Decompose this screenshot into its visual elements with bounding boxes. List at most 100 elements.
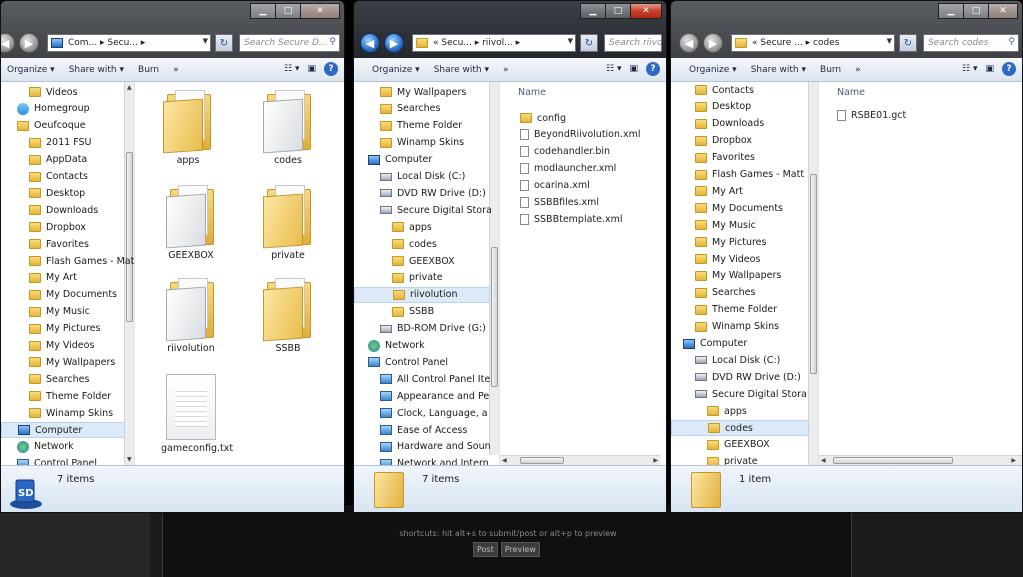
sidebar-item-my-art[interactable]: My Art [29, 270, 77, 286]
nav-scrollbar[interactable]: ▲ ▼ [124, 82, 134, 465]
preview-pane-icon[interactable]: ▣ [307, 64, 316, 74]
sidebar-item-codes[interactable]: codes [671, 420, 809, 436]
folder-item-ssbb[interactable]: SSBB [258, 276, 318, 354]
preview-pane-icon[interactable]: ▣ [985, 64, 994, 74]
nav-scrollbar[interactable] [489, 82, 499, 455]
nav-scrollbar[interactable] [808, 82, 818, 465]
sidebar-item-computer[interactable]: Computer [1, 422, 125, 438]
sidebar-item-network-and-intern[interactable]: Network and Intern [380, 456, 489, 465]
file-item-modlauncher-xml[interactable]: modlauncher.xml [520, 161, 616, 177]
refresh-icon[interactable]: ↻ [580, 34, 598, 52]
maximize-button[interactable]: □ [963, 3, 989, 19]
sidebar-item-favorites[interactable]: Favorites [29, 236, 89, 252]
organize-menu[interactable]: Organize ▾ [7, 65, 55, 75]
sidebar-item-contacts[interactable]: Contacts [695, 82, 754, 98]
sidebar-item-private[interactable]: private [707, 454, 758, 465]
refresh-icon[interactable]: ↻ [899, 34, 917, 52]
more-commands-button[interactable]: » [503, 65, 509, 75]
minimize-button[interactable]: ▁ [938, 3, 964, 19]
sidebar-item-2011-fsu[interactable]: 2011 FSU [29, 135, 91, 151]
sidebar-item-my-pictures[interactable]: My Pictures [695, 234, 766, 250]
maximize-button[interactable]: □ [605, 3, 631, 19]
close-button[interactable]: ✕ [300, 3, 340, 19]
sidebar-item-searches[interactable]: Searches [29, 371, 89, 387]
sidebar-item-winamp-skins[interactable]: Winamp Skins [29, 405, 113, 421]
sidebar-item-bd-rom-drive-g[interactable]: BD-ROM Drive (G:) [380, 321, 486, 337]
post-button[interactable]: Post [473, 542, 498, 557]
file-item-rsbe01-gct[interactable]: RSBE01.gct [837, 107, 906, 123]
file-item-ssbbfiles-xml[interactable]: SSBBfiles.xml [520, 195, 599, 211]
sidebar-item-contacts[interactable]: Contacts [29, 169, 88, 185]
sidebar-item-riivolution[interactable]: riivolution [354, 286, 490, 303]
sidebar-item-ease-of-access[interactable]: Ease of Access [380, 422, 467, 438]
address-bar[interactable]: « Secu... ▸ riivol... ▸ ▼ [412, 34, 576, 52]
sidebar-item-local-disk-c[interactable]: Local Disk (C:) [380, 169, 465, 185]
scroll-left-icon[interactable]: ◀ [821, 457, 826, 464]
burn-button[interactable]: Burn [138, 65, 159, 75]
sidebar-item-favorites[interactable]: Favorites [695, 150, 755, 166]
view-options-icon[interactable]: ☷ ▾ [606, 64, 621, 74]
forward-icon[interactable]: ▶ [384, 33, 404, 53]
sidebar-item-videos[interactable]: Videos [29, 84, 78, 100]
forward-icon[interactable]: ▶ [703, 33, 723, 53]
share-with-menu[interactable]: Share with ▾ [751, 65, 806, 75]
help-icon[interactable]: ? [324, 62, 338, 76]
chevron-down-icon[interactable]: ▼ [887, 37, 892, 45]
file-item-ssbbtemplate-xml[interactable]: SSBBtemplate.xml [520, 211, 623, 227]
minimize-button[interactable]: ▁ [580, 3, 606, 19]
column-header-name[interactable]: Name [518, 87, 546, 98]
sidebar-item-my-wallpapers[interactable]: My Wallpapers [29, 354, 115, 370]
help-icon[interactable]: ? [1002, 62, 1016, 76]
sidebar-item-my-music[interactable]: My Music [695, 217, 756, 233]
sidebar-item-my-documents[interactable]: My Documents [29, 287, 117, 303]
back-icon[interactable]: ◀ [679, 33, 699, 53]
sidebar-item-my-videos[interactable]: My Videos [695, 251, 760, 267]
scroll-up-icon[interactable]: ▲ [127, 84, 132, 91]
sidebar-item-dropbox[interactable]: Dropbox [695, 133, 752, 149]
nav-scroll-thumb[interactable] [126, 152, 133, 322]
sidebar-item-hardware-and-soun[interactable]: Hardware and Soun [380, 439, 491, 455]
sidebar-item-appearance-and-pe[interactable]: Appearance and Pe [380, 388, 489, 404]
horizontal-scrollbar[interactable]: ◀ ▶ [500, 455, 660, 465]
sidebar-item-my-videos[interactable]: My Videos [29, 338, 94, 354]
sidebar-item-winamp-skins[interactable]: Winamp Skins [380, 135, 464, 151]
folder-item-private[interactable]: private [258, 183, 318, 261]
minimize-button[interactable]: ▁ [250, 3, 276, 19]
search-input[interactable]: Search Secure D... ⚲ [239, 34, 340, 52]
sidebar-item-control-panel[interactable]: Control Panel [368, 354, 448, 370]
sidebar-item-searches[interactable]: Searches [695, 285, 755, 301]
sidebar-item-downloads[interactable]: Downloads [695, 116, 764, 132]
close-button[interactable]: ✕ [630, 3, 662, 19]
column-header-name[interactable]: Name [837, 87, 865, 98]
folder-item-geexbox[interactable]: GEEXBOX [161, 183, 221, 261]
sidebar-item-computer[interactable]: Computer [683, 336, 747, 352]
address-bar[interactable]: Com... ▸ Secu... ▸ ▼ [47, 34, 211, 52]
maximize-button[interactable]: □ [275, 3, 301, 19]
sidebar-item-appdata[interactable]: AppData [29, 152, 87, 168]
file-item-beyondriivolution-xml[interactable]: BeyondRiivolution.xml [520, 127, 641, 143]
sidebar-item-oeufcoque[interactable]: Oeufcoque [17, 118, 86, 134]
sidebar-item-network[interactable]: Network [17, 439, 74, 455]
sidebar-item-flash-games-matt[interactable]: Flash Games - Matt [695, 167, 804, 183]
nav-scroll-thumb[interactable] [810, 174, 817, 374]
sidebar-item-apps[interactable]: apps [707, 403, 747, 419]
organize-menu[interactable]: Organize ▾ [372, 65, 420, 75]
folder-item-apps[interactable]: apps [158, 88, 218, 166]
sidebar-item-local-disk-c[interactable]: Local Disk (C:) [695, 352, 780, 368]
folder-item-config[interactable]: config [520, 110, 566, 126]
sidebar-item-dvd-rw-drive-d[interactable]: DVD RW Drive (D:) [695, 369, 801, 385]
organize-menu[interactable]: Organize ▾ [689, 65, 737, 75]
sidebar-item-clock-language-a[interactable]: Clock, Language, a [380, 405, 488, 421]
address-bar[interactable]: « Secure ... ▸ codes ▼ [731, 34, 895, 52]
horizontal-scroll-thumb[interactable] [833, 457, 953, 464]
sidebar-item-flash-games-matt[interactable]: Flash Games - Matt [29, 253, 134, 269]
sidebar-item-ssbb[interactable]: SSBB [392, 304, 434, 320]
sidebar-item-theme-folder[interactable]: Theme Folder [29, 388, 111, 404]
sidebar-item-homegroup[interactable]: Homegroup [17, 101, 90, 117]
sidebar-item-downloads[interactable]: Downloads [29, 202, 98, 218]
scroll-right-icon[interactable]: ▶ [653, 457, 658, 464]
forward-icon[interactable]: ▶ [19, 33, 39, 53]
scroll-right-icon[interactable]: ▶ [1011, 457, 1016, 464]
sidebar-item-network[interactable]: Network [368, 338, 425, 354]
sidebar-item-my-wallpapers[interactable]: My Wallpapers [380, 84, 466, 100]
